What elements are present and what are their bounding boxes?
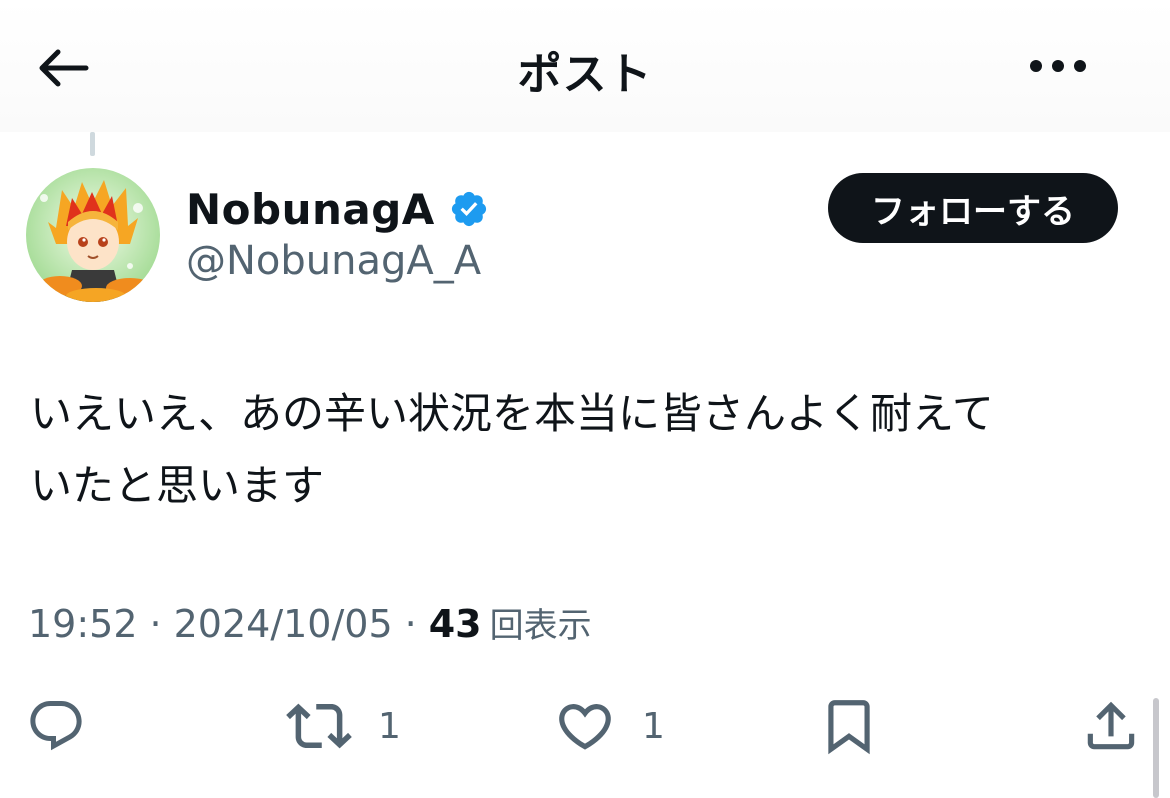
verified-badge-icon[interactable] [449,189,489,229]
bookmark-icon [828,700,870,755]
heart-icon [559,704,611,750]
share-button[interactable] [1080,690,1142,762]
repost-button[interactable]: 1 [286,690,401,762]
author-name-row: NobunagA [186,180,489,238]
ellipsis-icon [1030,60,1086,72]
avatar[interactable] [26,168,160,302]
like-button[interactable]: 1 [554,690,665,762]
post-text: いえいえ、あの辛い状況を本当に皆さんよく耐えて いたと思います [30,389,994,510]
top-bar: ポスト [0,0,1170,132]
thread-connector-line [90,132,95,156]
avatar-illustration [26,168,160,302]
post-meta: 19:52 · 2024/10/05 · 43 回表示 [28,598,592,647]
repost-icon [286,703,352,749]
repost-count: 1 [378,705,401,747]
scrollbar[interactable] [1153,698,1159,798]
bookmark-button[interactable] [818,690,880,762]
page-title: ポスト [517,49,653,100]
share-icon [1087,701,1135,750]
post-date[interactable]: 2024/10/05 [174,602,393,646]
follow-button[interactable]: フォローする [828,173,1118,243]
author-handle[interactable]: @NobunagA_A [186,238,481,284]
action-bar: 1 1 [0,690,1170,762]
reply-icon [30,701,82,751]
more-options-button[interactable] [1024,40,1092,92]
reply-button[interactable] [26,690,86,762]
meta-separator: · [149,602,162,646]
post-time[interactable]: 19:52 [28,602,138,646]
views-label[interactable]: 回表示 [490,598,592,647]
meta-separator: · [404,602,417,646]
author-display-name[interactable]: NobunagA [186,185,435,234]
views-count[interactable]: 43 [429,602,482,646]
like-count: 1 [642,705,665,747]
